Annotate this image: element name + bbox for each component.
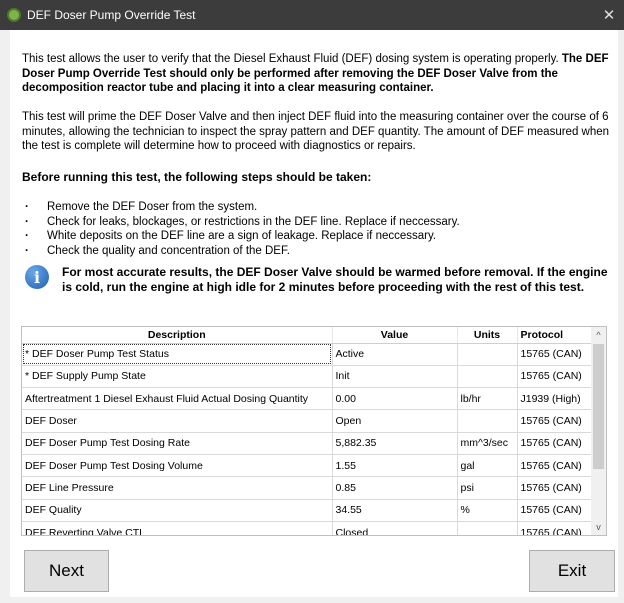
description-paragraph: This test will prime the DEF Doser Valve… [22, 111, 610, 152]
cell-description: Aftertreatment 1 Diesel Exhaust Fluid Ac… [22, 387, 333, 411]
step-item: Remove the DEF Doser from the system. [22, 200, 460, 215]
cell-protocol: 15765 (CAN) [517, 409, 593, 433]
intro-text: This test allows the user to verify that… [22, 53, 562, 65]
cell-protocol: 15765 (CAN) [517, 343, 593, 366]
cell-value: Open [332, 409, 458, 433]
cell-description: DEF Doser Pump Test Dosing Rate [22, 432, 333, 455]
cell-protocol: 15765 (CAN) [517, 365, 593, 389]
scroll-up-icon[interactable]: ^ [591, 327, 606, 343]
cell-units: lb/hr [457, 387, 518, 411]
table-row[interactable]: Aftertreatment 1 Diesel Exhaust Fluid Ac… [22, 387, 593, 411]
cell-units: % [457, 499, 518, 522]
title-bar: DEF Doser Pump Override Test ✕ [0, 0, 624, 30]
column-header-value[interactable]: Value [332, 327, 458, 344]
cell-units: psi [457, 476, 518, 500]
cell-units [457, 343, 518, 366]
cell-value: 34.55 [332, 499, 458, 522]
cell-protocol: J1939 (High) [517, 387, 593, 411]
table-row[interactable]: DEF Doser Pump Test Dosing Rate 5,882.35… [22, 432, 593, 455]
column-header-units[interactable]: Units [457, 327, 518, 344]
cell-value: Init [332, 365, 458, 389]
cell-value: 1.55 [332, 454, 458, 478]
table-row[interactable]: DEF Doser Pump Test Dosing Volume 1.55 g… [22, 454, 593, 478]
window-title: DEF Doser Pump Override Test [27, 8, 196, 22]
cell-description: DEF Quality [22, 499, 333, 522]
scroll-down-icon[interactable]: v [591, 519, 606, 535]
table-row[interactable]: DEF Doser Open 15765 (CAN) [22, 409, 593, 433]
table-row[interactable]: DEF Line Pressure 0.85 psi 15765 (CAN) [22, 476, 593, 500]
scroll-thumb[interactable] [593, 344, 604, 469]
step-item: Check for leaks, blockages, or restricti… [22, 215, 460, 230]
cell-description: * DEF Doser Pump Test Status [22, 343, 333, 366]
cell-units: mm^3/sec [457, 432, 518, 455]
cell-units [457, 521, 518, 535]
cell-description: * DEF Supply Pump State [22, 365, 333, 389]
table-header: Description Value Units Protocol [22, 327, 593, 344]
parameter-table[interactable]: Description Value Units Protocol * DEF D… [21, 326, 607, 536]
cell-value: Active [332, 343, 458, 366]
table-row[interactable]: DEF Reverting Valve CTL Closed 15765 (CA… [22, 521, 593, 535]
steps-heading: Before running this test, the following … [22, 170, 372, 184]
close-icon[interactable]: ✕ [594, 0, 624, 30]
step-item: Check the quality and concentration of t… [22, 244, 460, 259]
info-note: For most accurate results, the DEF Doser… [62, 265, 608, 294]
cell-protocol: 15765 (CAN) [517, 499, 593, 522]
intro-paragraph: This test allows the user to verify that… [22, 52, 612, 96]
table-row[interactable]: * DEF Doser Pump Test Status Active 1576… [22, 343, 593, 366]
cell-units [457, 409, 518, 433]
cell-description: DEF Reverting Valve CTL [22, 521, 333, 535]
column-header-protocol[interactable]: Protocol [517, 327, 593, 344]
exit-button[interactable]: Exit [529, 550, 615, 592]
cell-description: DEF Doser [22, 409, 333, 433]
cell-value: 0.00 [332, 387, 458, 411]
app-icon [7, 8, 21, 22]
cell-units [457, 365, 518, 389]
next-button[interactable]: Next [24, 550, 109, 592]
cell-units: gal [457, 454, 518, 478]
column-header-description[interactable]: Description [22, 327, 333, 344]
cell-description: DEF Doser Pump Test Dosing Volume [22, 454, 333, 478]
step-item: White deposits on the DEF line are a sig… [22, 229, 460, 244]
info-icon: i [25, 265, 49, 289]
cell-protocol: 15765 (CAN) [517, 432, 593, 455]
cell-protocol: 15765 (CAN) [517, 454, 593, 478]
cell-protocol: 15765 (CAN) [517, 521, 593, 535]
cell-value: Closed [332, 521, 458, 535]
dialog-content: This test allows the user to verify that… [10, 30, 618, 597]
cell-value: 0.85 [332, 476, 458, 500]
table-scrollbar[interactable]: ^ v [591, 327, 606, 535]
steps-list: Remove the DEF Doser from the system. Ch… [22, 200, 460, 258]
cell-value: 5,882.35 [332, 432, 458, 455]
cell-protocol: 15765 (CAN) [517, 476, 593, 500]
table-row[interactable]: * DEF Supply Pump State Init 15765 (CAN) [22, 365, 593, 389]
cell-description: DEF Line Pressure [22, 476, 333, 500]
table-row[interactable]: DEF Quality 34.55 % 15765 (CAN) [22, 499, 593, 522]
